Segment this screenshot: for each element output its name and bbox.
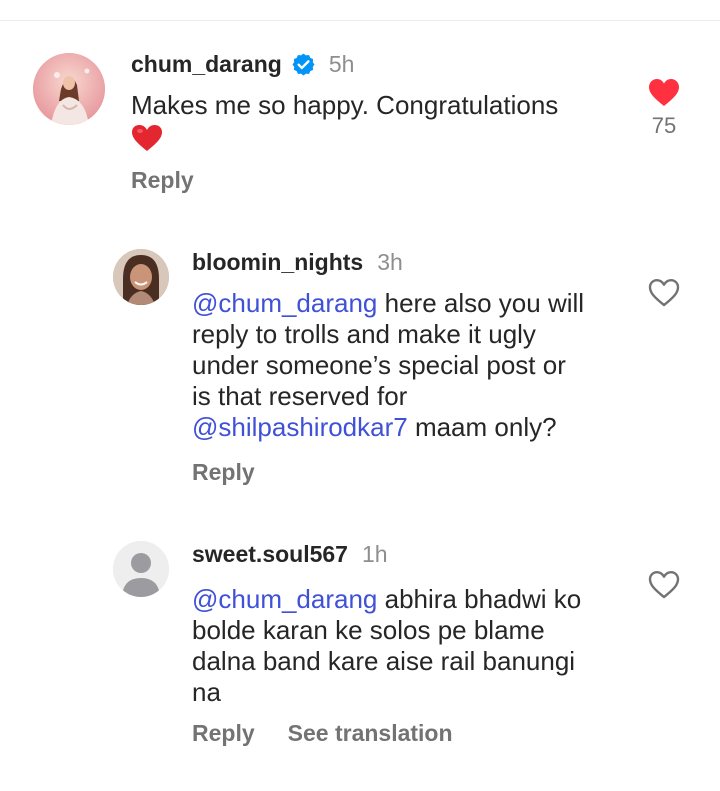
avatar-sweet-soul567[interactable] [113, 541, 169, 597]
comment-actions: Reply See translation [192, 720, 453, 747]
comment-line: na [192, 677, 221, 707]
like-button[interactable] [640, 570, 688, 599]
comment-line: @chum_darang abhira bhadwi ko [192, 584, 582, 614]
comment-line: dalna band kare aise rail banungi [192, 646, 576, 676]
mention-link[interactable]: @chum_darang [192, 584, 377, 614]
see-translation-button[interactable]: See translation [288, 720, 453, 747]
comment-time: 1h [361, 540, 388, 567]
reply-button[interactable]: Reply [192, 720, 255, 747]
comment-sweet-soul567: sweet.soul567 1h @chum_darang abhira bha… [0, 0, 720, 791]
heart-outline-icon [648, 571, 680, 599]
username[interactable]: sweet.soul567 [192, 541, 348, 568]
default-user-icon [113, 541, 169, 597]
comment-header: sweet.soul567 1h [192, 539, 388, 569]
comment-line: bolde karan ke solos pe blame [192, 615, 545, 645]
comment-body: @chum_darang abhira bhadwi ko bolde kara… [192, 584, 652, 708]
